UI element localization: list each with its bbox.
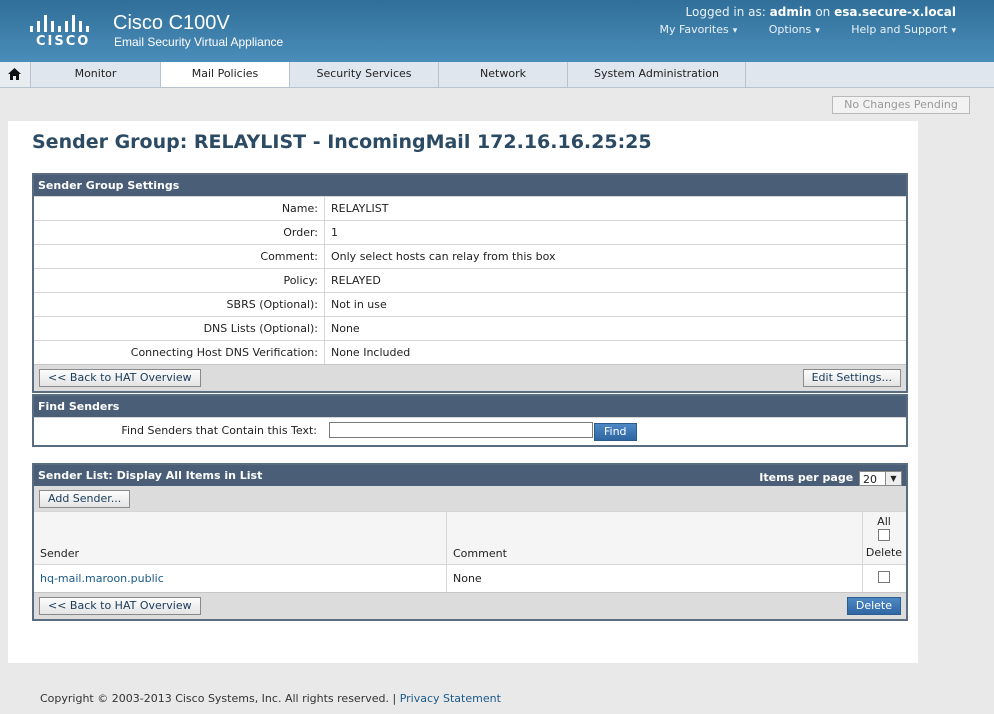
field-value: None: [324, 316, 906, 341]
sender-list-title: Sender List: Display All Items in List: [38, 469, 263, 482]
privacy-statement-link[interactable]: Privacy Statement: [400, 692, 501, 705]
sender-link[interactable]: hq-mail.maroon.public: [34, 564, 447, 592]
login-user: admin: [769, 5, 812, 19]
add-bar: Add Sender...: [34, 486, 906, 511]
help-support-menu[interactable]: Help and Support ▾: [837, 23, 956, 36]
section-header: Sender Group Settings: [34, 175, 906, 196]
field-value: RELAYED: [324, 268, 906, 293]
cisco-logo: CISCO: [30, 14, 94, 50]
sender-list: Sender List: Display All Items in List I…: [32, 463, 908, 621]
sender-comment: None: [446, 564, 863, 592]
add-sender-button[interactable]: Add Sender...: [39, 490, 131, 508]
settings-button-bar: << Back to HAT Overview Edit Settings...: [34, 364, 906, 391]
chevron-down-icon: ▾: [732, 26, 738, 36]
edit-settings-button[interactable]: Edit Settings...: [802, 369, 901, 387]
select-all-checkbox[interactable]: [878, 529, 890, 541]
find-button[interactable]: Find: [594, 423, 637, 441]
section-header: Sender List: Display All Items in List I…: [34, 465, 906, 486]
product-name: Cisco C100V: [113, 12, 230, 34]
col-header-comment: Comment: [446, 511, 863, 565]
find-senders: Find Senders Find Senders that Contain t…: [32, 394, 908, 447]
table-row: hq-mail.maroon.public None: [34, 564, 906, 592]
sender-group-settings: Sender Group Settings Name: RELAYLIST Ord…: [32, 173, 908, 393]
delete-checkbox[interactable]: [878, 570, 890, 583]
options-menu[interactable]: Options ▾: [755, 23, 820, 36]
app-header: CISCO Cisco C100V Email Security Virtual…: [0, 0, 994, 62]
footer: Copyright © 2003-2013 Cisco Systems, Inc…: [40, 692, 501, 705]
field-value: Only select hosts can relay from this bo…: [324, 244, 906, 269]
main-nav: Monitor Mail Policies Security Services …: [0, 62, 994, 88]
top-links: My Favorites ▾ Options ▾ Help and Support ▾: [632, 23, 956, 36]
chevron-down-icon: ▾: [951, 26, 956, 36]
field-label: DNS Lists (Optional):: [34, 316, 325, 341]
sender-list-button-bar: << Back to HAT Overview Delete: [34, 591, 906, 619]
items-per-page-select[interactable]: 20 ▼: [859, 470, 902, 486]
field-label: Order:: [34, 220, 325, 245]
col-header-delete: All Delete: [862, 511, 906, 565]
tab-mail-policies[interactable]: Mail Policies: [161, 62, 290, 87]
login-prefix: Logged in as:: [685, 5, 766, 19]
col-delete-label: Delete: [865, 546, 903, 559]
chevron-down-icon: ▾: [815, 26, 820, 36]
copyright-text: Copyright © 2003-2013 Cisco Systems, Inc…: [40, 692, 397, 705]
field-value: None Included: [324, 340, 906, 364]
product-subtitle: Email Security Virtual Appliance: [114, 35, 284, 49]
field-label: Comment:: [34, 244, 325, 269]
home-icon: [8, 68, 21, 80]
field-label: Policy:: [34, 268, 325, 293]
page-title: Sender Group: RELAYLIST - IncomingMail 1…: [32, 131, 652, 153]
home-button[interactable]: [0, 62, 31, 87]
items-per-page-label: Items per page: [759, 471, 854, 484]
pending-changes-button[interactable]: No Changes Pending: [832, 96, 970, 114]
login-info: Logged in as: admin on esa.secure-x.loca…: [686, 5, 956, 19]
tab-security-services[interactable]: Security Services: [290, 62, 439, 87]
my-favorites-menu[interactable]: My Favorites ▾: [646, 23, 738, 36]
back-to-hat-button[interactable]: << Back to HAT Overview: [39, 369, 201, 387]
field-value: Not in use: [324, 292, 906, 317]
col-all-label: All: [877, 515, 891, 528]
back-to-hat-button[interactable]: << Back to HAT Overview: [39, 596, 201, 615]
find-label: Find Senders that Contain this Text:: [121, 424, 317, 437]
tab-network[interactable]: Network: [439, 62, 568, 87]
items-per-page: Items per page 20 ▼: [759, 467, 902, 488]
login-on: on: [815, 5, 831, 19]
logo-text: CISCO: [36, 34, 91, 49]
sender-table: Sender Comment All Delete hq-mail.maroon…: [34, 511, 906, 592]
find-senders-input[interactable]: [329, 422, 593, 438]
delete-cell: [862, 564, 906, 592]
chevron-down-icon: ▼: [885, 471, 901, 485]
find-row: Find Senders that Contain this Text: Fin…: [34, 417, 906, 445]
field-label: Name:: [34, 196, 325, 221]
settings-table: Name: RELAYLIST Order: 1 Comment: Only sele…: [34, 196, 906, 364]
content-panel: Sender Group: RELAYLIST - IncomingMail 1…: [8, 121, 918, 663]
field-value: 1: [324, 220, 906, 245]
field-label: Connecting Host DNS Verification:: [34, 340, 325, 364]
field-label: SBRS (Optional):: [34, 292, 325, 317]
field-value: RELAYLIST: [324, 196, 906, 221]
col-header-sender: Sender: [34, 511, 447, 565]
delete-button[interactable]: Delete: [846, 596, 901, 615]
tab-system-administration[interactable]: System Administration: [568, 62, 746, 87]
login-host: esa.secure-x.local: [834, 5, 956, 19]
tab-monitor[interactable]: Monitor: [31, 62, 161, 87]
section-header: Find Senders: [34, 396, 906, 417]
